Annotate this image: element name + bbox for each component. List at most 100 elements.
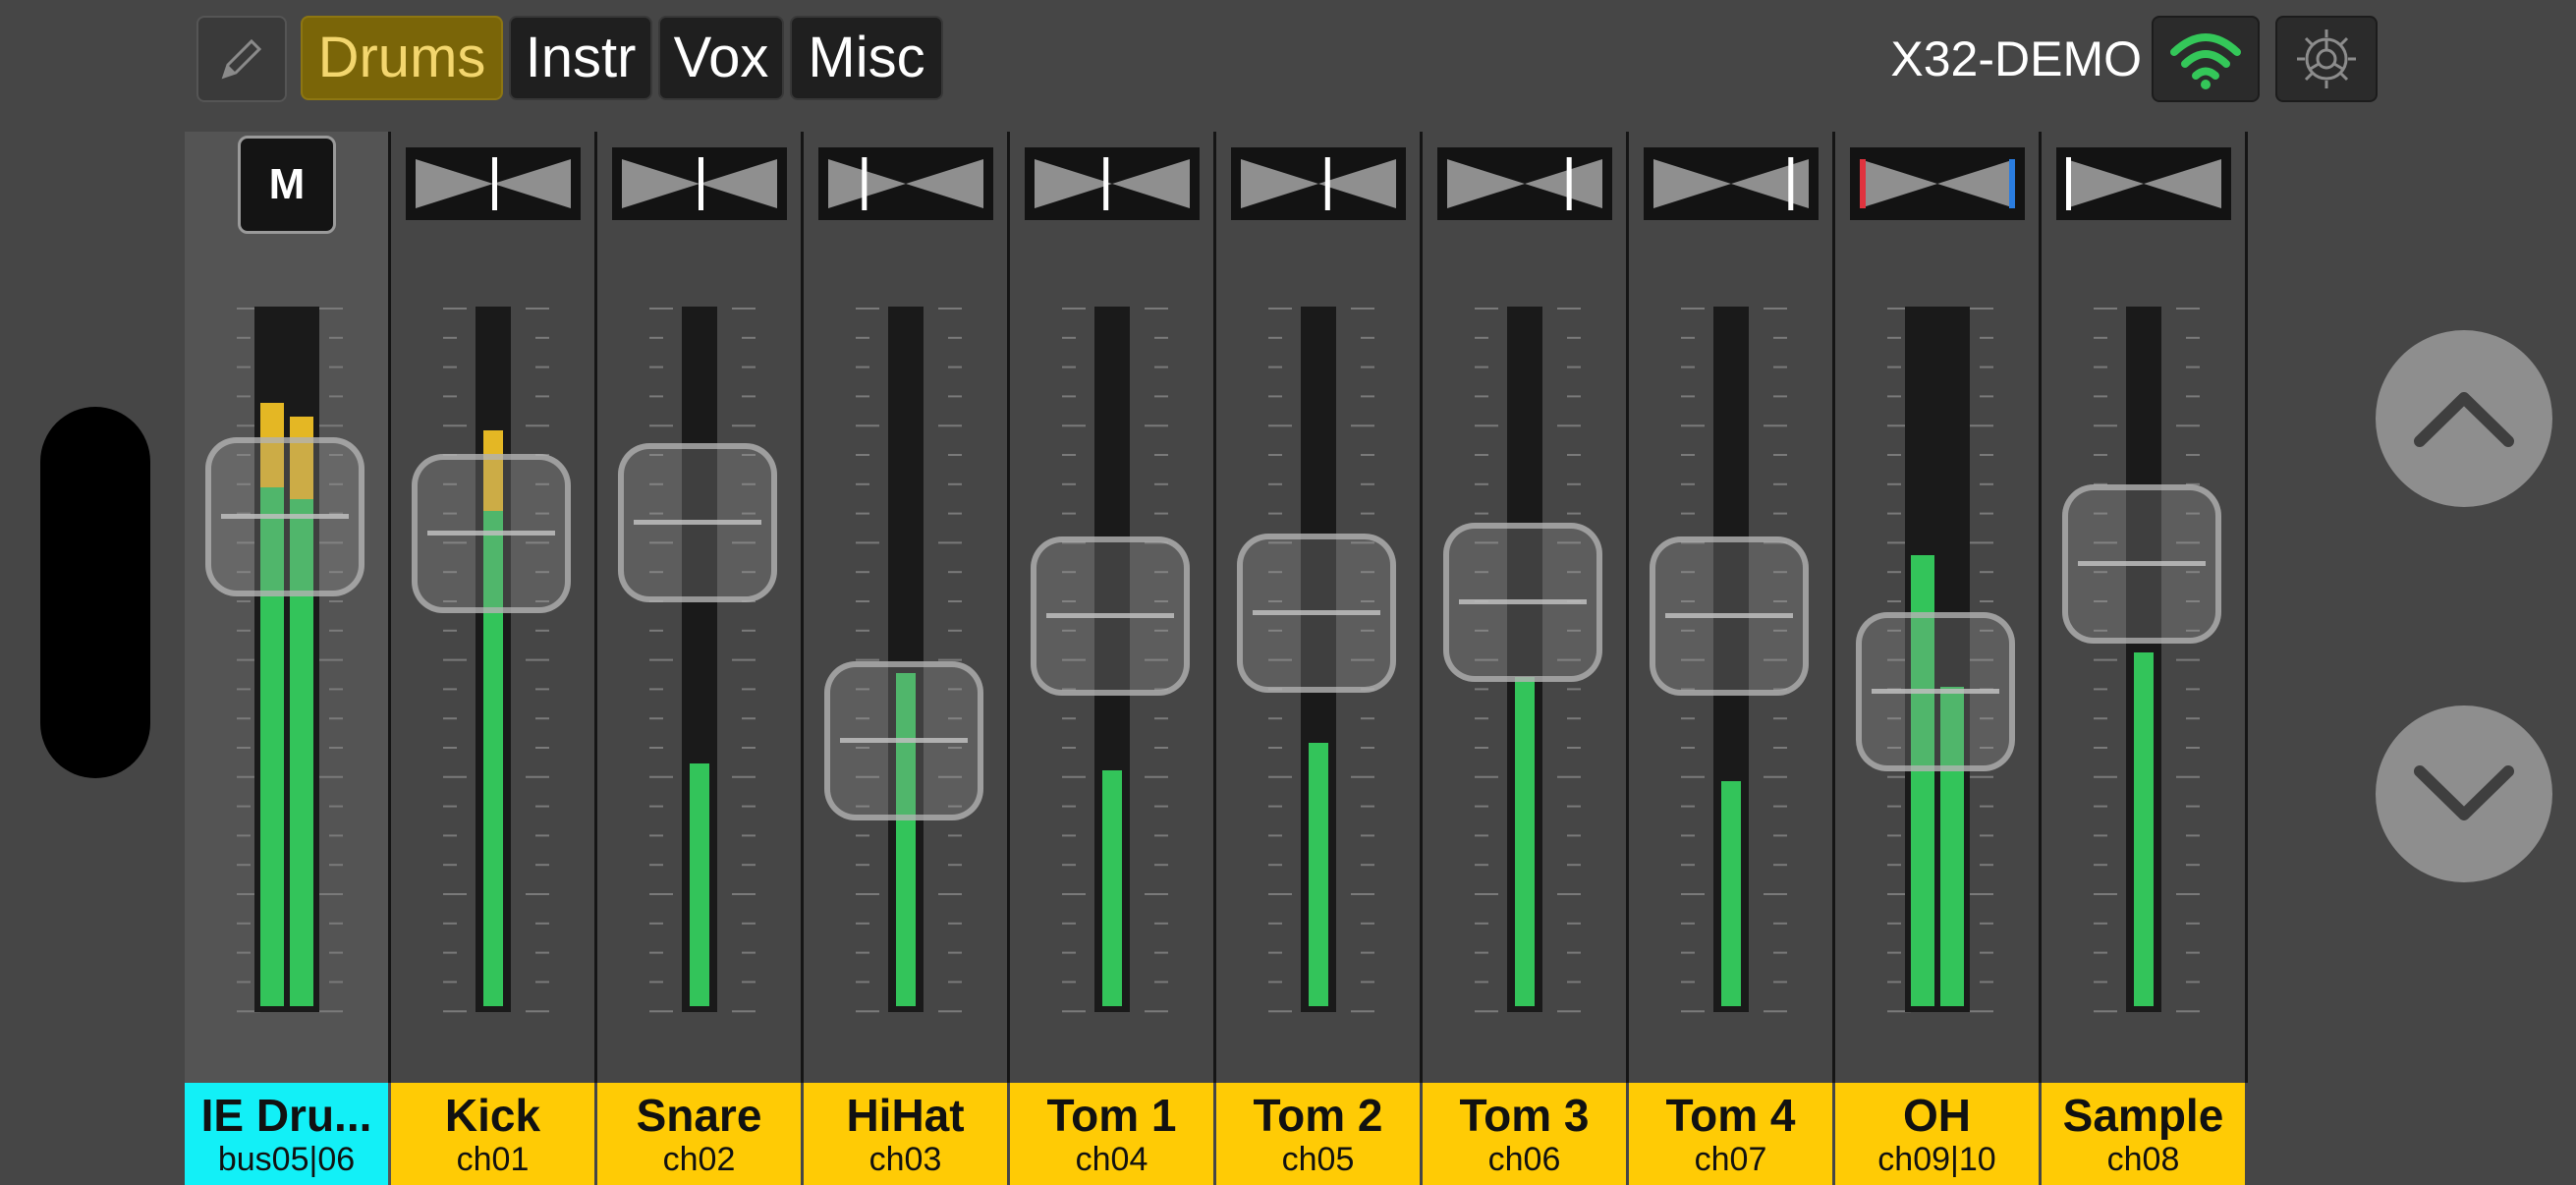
channel-name: IE Dru... — [200, 1091, 372, 1140]
wifi-button[interactable] — [2152, 16, 2260, 102]
channel-strip: Tom 4 ch07 — [1629, 132, 1835, 1185]
fader-knob[interactable] — [2062, 483, 2221, 644]
pan-bowtie-icon — [1241, 157, 1396, 210]
pan-control[interactable] — [1231, 147, 1406, 220]
tab-vox[interactable]: Vox — [658, 16, 784, 100]
channel-label[interactable]: Sample ch08 — [2042, 1083, 2245, 1185]
channel-id: ch07 — [1694, 1141, 1767, 1178]
device-name: X32-DEMO — [1890, 31, 2142, 86]
channel-label[interactable]: Tom 2 ch05 — [1216, 1083, 1420, 1185]
pan-position-marker — [1324, 157, 1330, 210]
level-meter — [1514, 676, 1535, 1006]
channel-strip: M IE Dru... bus05|06 — [185, 132, 391, 1185]
fader-knob-line — [221, 514, 349, 520]
level-meter — [1101, 769, 1122, 1006]
pan-control[interactable] — [1850, 147, 2025, 220]
channel-name: Kick — [444, 1091, 541, 1140]
pan-control[interactable] — [612, 147, 787, 220]
pan-control[interactable] — [1644, 147, 1819, 220]
pan-right-marker — [2009, 159, 2015, 208]
channel-name: Snare — [636, 1091, 762, 1140]
strip-divider — [2245, 132, 2248, 1083]
channel-name: HiHat — [846, 1091, 965, 1140]
pan-position-marker — [1566, 157, 1572, 210]
pan-bowtie-icon — [1447, 157, 1602, 210]
pan-control[interactable] — [1437, 147, 1612, 220]
fader-knob[interactable] — [618, 443, 777, 602]
scroll-up-button[interactable] — [2376, 330, 2552, 507]
wifi-icon — [2170, 33, 2241, 89]
gear-icon — [2297, 29, 2356, 88]
channel-label[interactable]: Snare ch02 — [597, 1083, 801, 1185]
pan-control[interactable] — [1025, 147, 1200, 220]
mute-button[interactable]: M — [238, 136, 336, 234]
pan-control[interactable] — [818, 147, 993, 220]
scroll-down-button[interactable] — [2376, 705, 2552, 882]
channel-id: ch09|10 — [1877, 1141, 1996, 1178]
tab-drums[interactable]: Drums — [301, 16, 503, 100]
fader-knob[interactable] — [1443, 522, 1602, 682]
level-meter — [1720, 780, 1741, 1006]
fader-knob-line — [1253, 609, 1380, 615]
channel-strip: Tom 1 ch04 — [1010, 132, 1216, 1185]
pan-position-marker — [1103, 157, 1109, 210]
channel-name: Tom 3 — [1459, 1091, 1590, 1140]
channel-strip: Sample ch08 — [2042, 132, 2248, 1185]
fader-knob-line — [2078, 560, 2206, 566]
chevron-down-icon — [2414, 765, 2514, 820]
pan-control[interactable] — [2056, 147, 2231, 220]
fader-knob[interactable] — [1856, 612, 2015, 772]
pan-position-marker — [862, 157, 868, 210]
pan-left-marker — [1860, 159, 1866, 208]
fader-knob-line — [840, 738, 968, 744]
pan-control[interactable] — [406, 147, 581, 220]
fader-knob[interactable] — [1031, 536, 1190, 696]
fader-knob-line — [1872, 689, 1999, 695]
fader-knob[interactable] — [412, 454, 571, 614]
pan-bowtie-icon — [1860, 159, 2015, 208]
channel-label[interactable]: Tom 1 ch04 — [1010, 1083, 1213, 1185]
pan-position-marker — [2066, 157, 2071, 210]
channel-name: Sample — [2062, 1091, 2224, 1140]
channel-strip: Snare ch02 — [597, 132, 804, 1185]
mixer: M IE Dru... bus05|06 Kick ch01 Snare ch02 HiHat… — [185, 132, 2248, 1185]
channel-name: Tom 4 — [1665, 1091, 1796, 1140]
channel-id: ch06 — [1487, 1141, 1561, 1178]
channel-id: bus05|06 — [217, 1141, 356, 1178]
channel-id: ch08 — [2106, 1141, 2180, 1178]
channel-name: OH — [1903, 1091, 1971, 1140]
level-meter — [1308, 742, 1328, 1006]
fader-knob[interactable] — [824, 661, 983, 821]
pan-bowtie-icon — [1035, 157, 1190, 210]
channel-label[interactable]: OH ch09|10 — [1835, 1083, 2039, 1185]
channel-label[interactable]: Kick ch01 — [391, 1083, 594, 1185]
fader-knob-line — [1046, 612, 1174, 618]
fader-knob-line — [634, 520, 761, 525]
tab-instr[interactable]: Instr — [509, 16, 652, 100]
channel-label[interactable]: Tom 3 ch06 — [1423, 1083, 1626, 1185]
pan-bowtie-icon — [416, 157, 571, 210]
channel-strip: Tom 2 ch05 — [1216, 132, 1423, 1185]
fader-knob-line — [427, 531, 555, 536]
pan-position-marker — [492, 157, 497, 210]
pencil-icon — [221, 38, 262, 80]
fader-knob[interactable] — [1650, 536, 1809, 696]
settings-button[interactable] — [2275, 16, 2378, 102]
channel-name: Tom 1 — [1046, 1091, 1177, 1140]
fader-knob[interactable] — [1237, 533, 1396, 693]
chevron-up-icon — [2414, 392, 2514, 447]
fader-knob[interactable] — [205, 437, 364, 597]
channel-label[interactable]: Tom 4 ch07 — [1629, 1083, 1832, 1185]
edit-button[interactable] — [196, 16, 287, 102]
tab-misc[interactable]: Misc — [790, 16, 943, 100]
channel-id: ch02 — [662, 1141, 736, 1178]
pan-bowtie-icon — [1653, 157, 1809, 210]
pan-position-marker — [699, 157, 703, 210]
channel-id: ch01 — [456, 1141, 530, 1178]
side-handle[interactable] — [40, 407, 150, 778]
pan-bowtie-icon — [2066, 157, 2221, 210]
pan-bowtie-icon — [622, 157, 777, 210]
channel-label[interactable]: IE Dru... bus05|06 — [185, 1083, 388, 1185]
channel-label[interactable]: HiHat ch03 — [804, 1083, 1007, 1185]
pan-position-marker — [1788, 157, 1794, 210]
